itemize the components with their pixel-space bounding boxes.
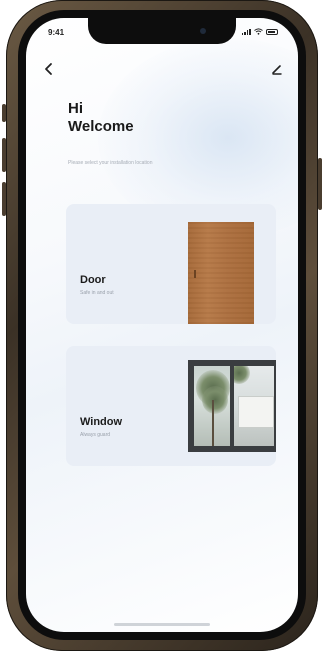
chevron-left-icon[interactable] bbox=[42, 62, 56, 76]
status-icons bbox=[241, 28, 278, 35]
front-camera bbox=[200, 28, 206, 34]
window-pane-right bbox=[234, 366, 274, 446]
phone-frame: 9:41 Hi Welcome Please select your insta… bbox=[6, 0, 318, 651]
wifi-icon bbox=[254, 28, 263, 35]
power-button bbox=[318, 158, 322, 210]
window-card-title: Window bbox=[80, 416, 123, 428]
notch bbox=[88, 18, 236, 44]
greeting-subtitle: Please select your installation location bbox=[68, 160, 153, 166]
greeting-hi: Hi bbox=[68, 100, 83, 117]
door-card-subtitle: Safe in and out bbox=[80, 290, 114, 296]
door-card-title: Door bbox=[80, 274, 106, 286]
app-screen: 9:41 Hi Welcome Please select your insta… bbox=[26, 18, 298, 632]
battery-icon bbox=[266, 28, 278, 35]
status-time: 9:41 bbox=[48, 28, 65, 37]
device-mockup: 9:41 Hi Welcome Please select your insta… bbox=[0, 0, 326, 651]
home-indicator bbox=[114, 623, 210, 626]
wooden-door-image bbox=[188, 222, 254, 324]
window-card[interactable]: Window Always guard bbox=[66, 346, 276, 466]
door-handle bbox=[194, 270, 196, 278]
door-card[interactable]: Door Safe in and out bbox=[66, 204, 276, 324]
phone-bezel: 9:41 Hi Welcome Please select your insta… bbox=[18, 10, 306, 640]
window-image bbox=[188, 360, 276, 452]
greeting-welcome: Welcome bbox=[68, 118, 134, 135]
edit-icon[interactable] bbox=[270, 62, 284, 76]
window-card-subtitle: Always guard bbox=[80, 432, 111, 438]
window-pane-left bbox=[194, 366, 230, 446]
signal-icon bbox=[241, 28, 251, 35]
